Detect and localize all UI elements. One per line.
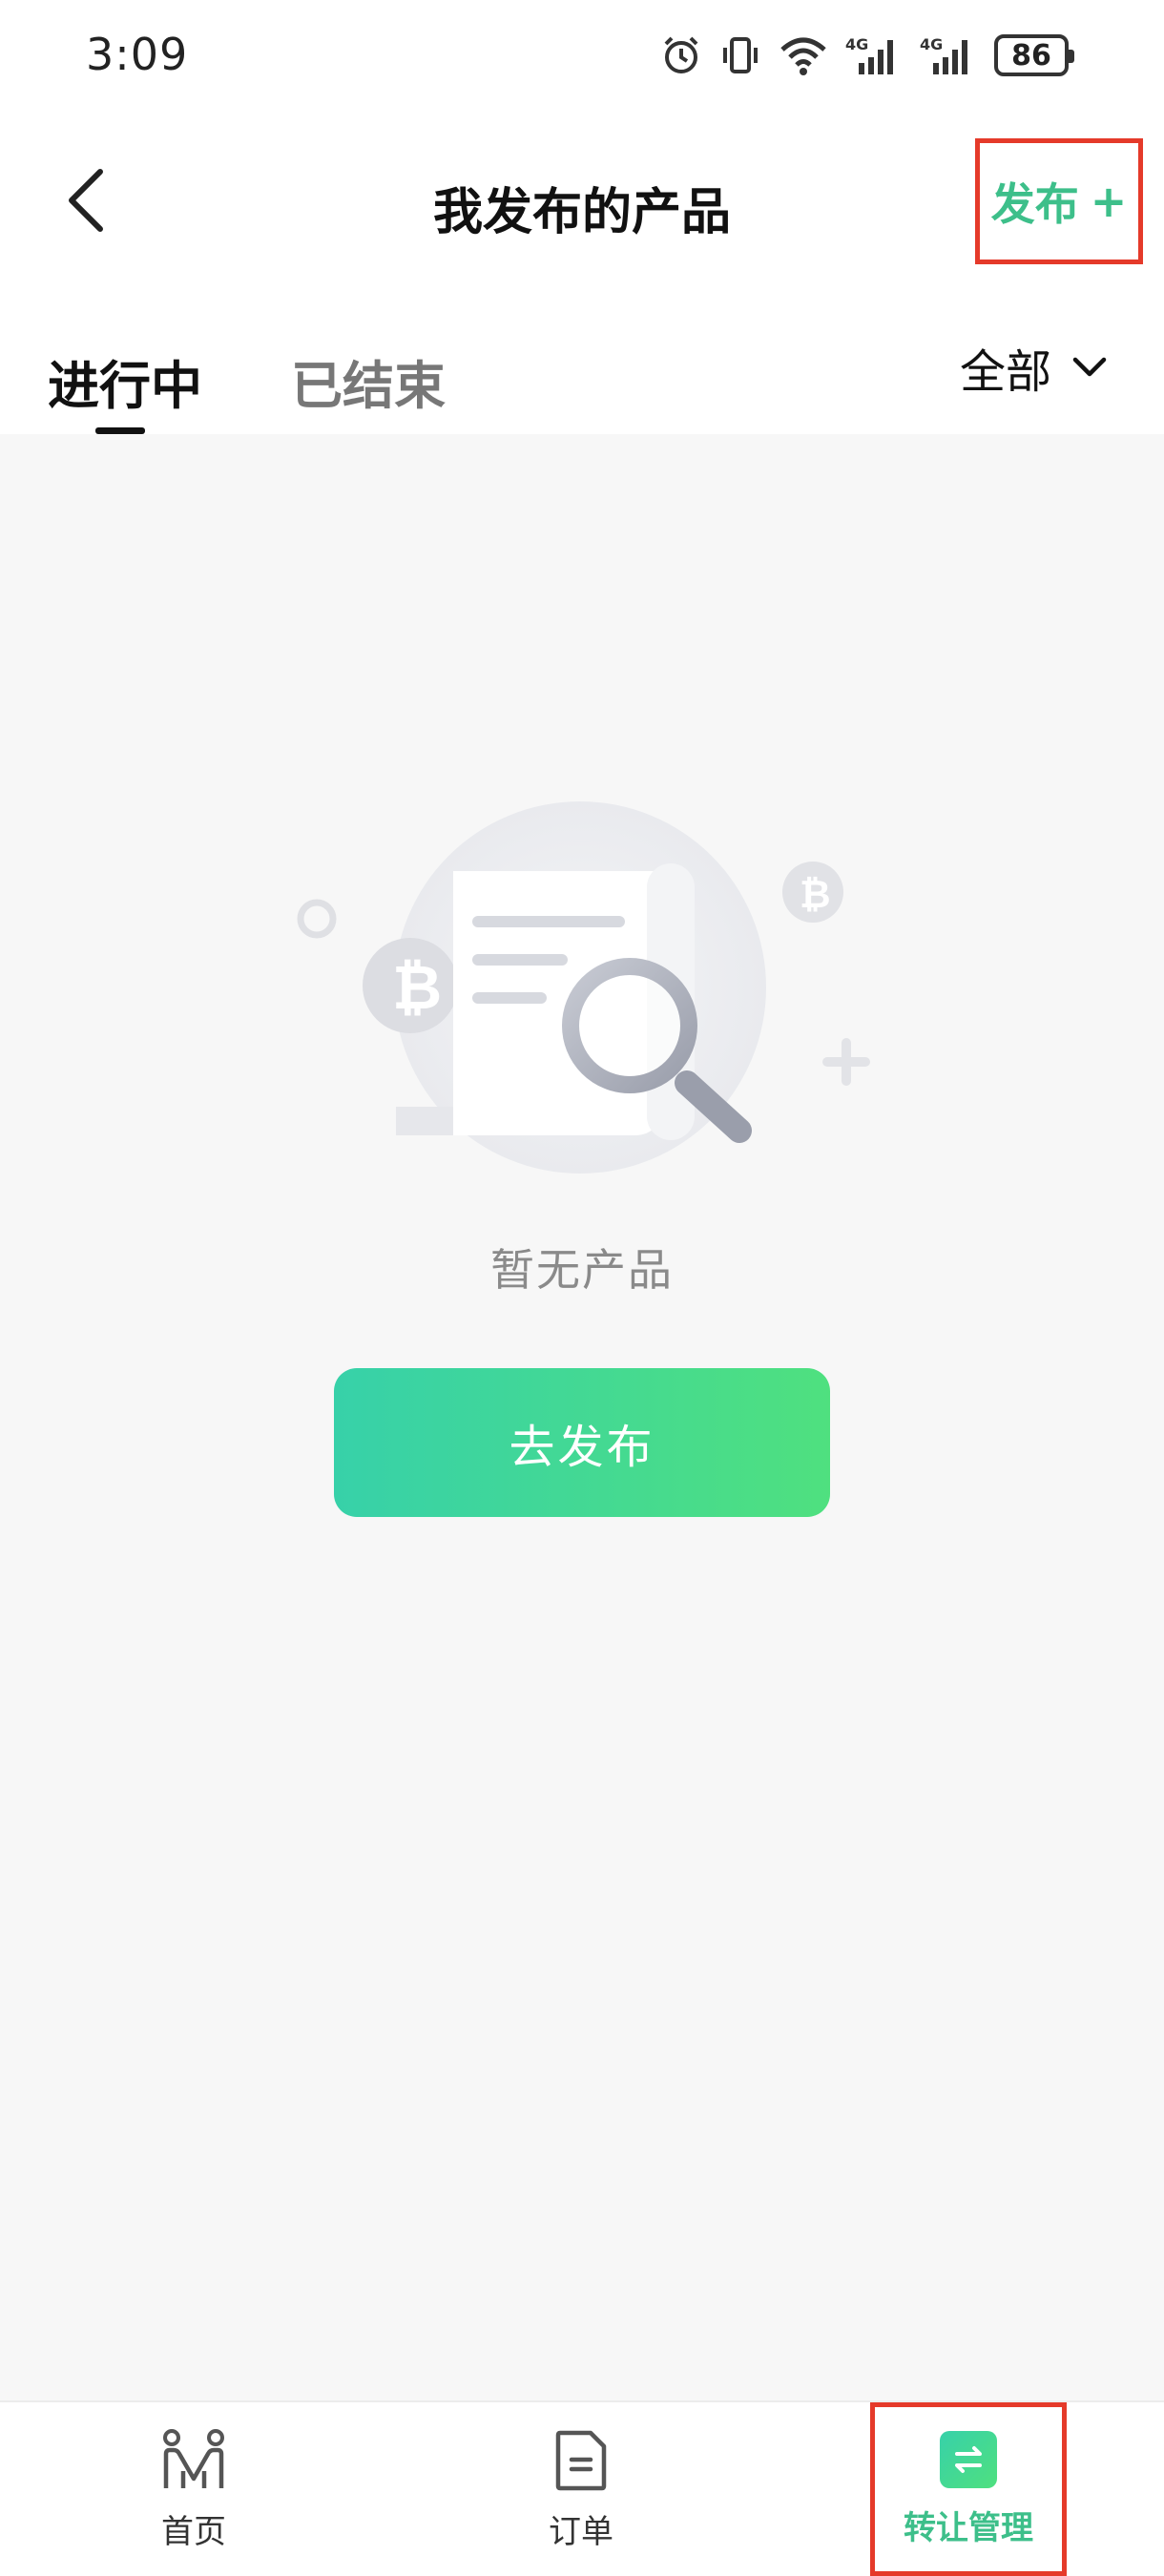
signal-4g-icon: 4G — [920, 35, 967, 74]
filter-dropdown[interactable]: 全部 — [960, 334, 1107, 401]
svg-text:₿: ₿ — [392, 953, 442, 1024]
wifi-icon — [780, 37, 826, 75]
nav-label-home: 首页 — [161, 2512, 226, 2551]
page-header: 我发布的产品 发布 + — [0, 114, 1164, 286]
order-icon — [555, 2430, 607, 2490]
chevron-down-icon — [1072, 357, 1107, 377]
status-bar: 3:09 4G 4G 86 — [0, 0, 1164, 114]
tab-indicator — [95, 427, 145, 434]
filter-label: 全部 — [959, 345, 1051, 399]
publish-button[interactable]: 发布 + — [975, 138, 1143, 264]
home-icon — [163, 2428, 224, 2488]
empty-state-text: 暂无产品 — [490, 1244, 674, 1296]
nav-label-orders: 订单 — [549, 2512, 613, 2551]
status-tabs: 进行中 已结束 全部 — [0, 286, 1164, 434]
tab-in-progress[interactable]: 进行中 — [48, 343, 202, 419]
tab-ended[interactable]: 已结束 — [291, 343, 446, 419]
nav-label-transfer-management: 转让管理 — [904, 2508, 1033, 2547]
nav-item-transfer-management[interactable]: 转让管理 — [870, 2402, 1067, 2576]
svg-text:4G: 4G — [845, 35, 868, 53]
status-icons: 4G 4G 86 — [660, 29, 1074, 82]
vibrate-icon — [723, 37, 758, 73]
signal-4g-icon: 4G — [845, 35, 893, 74]
transfer-icon — [940, 2430, 997, 2488]
svg-text:4G: 4G — [920, 35, 943, 53]
status-time: 3:09 — [86, 29, 189, 80]
nav-item-home[interactable]: 首页 — [0, 2402, 387, 2576]
go-publish-button[interactable]: 去发布 — [334, 1368, 830, 1517]
bottom-nav: 首页 订单 转让管理 — [0, 2400, 1164, 2576]
nav-item-orders[interactable]: 订单 — [387, 2402, 775, 2576]
app-screen: 3:09 4G 4G 86 我发布的产品 发布 + 进行中 已结束 全部 ₿ ₿… — [0, 0, 1164, 2576]
battery-icon: 86 — [994, 34, 1074, 76]
svg-text:₿: ₿ — [800, 873, 831, 917]
publish-label: 发布 — [990, 178, 1079, 230]
alarm-icon — [664, 36, 698, 73]
empty-state-illustration: ₿ ₿ — [297, 801, 870, 1174]
plus-icon: + — [1090, 176, 1128, 227]
